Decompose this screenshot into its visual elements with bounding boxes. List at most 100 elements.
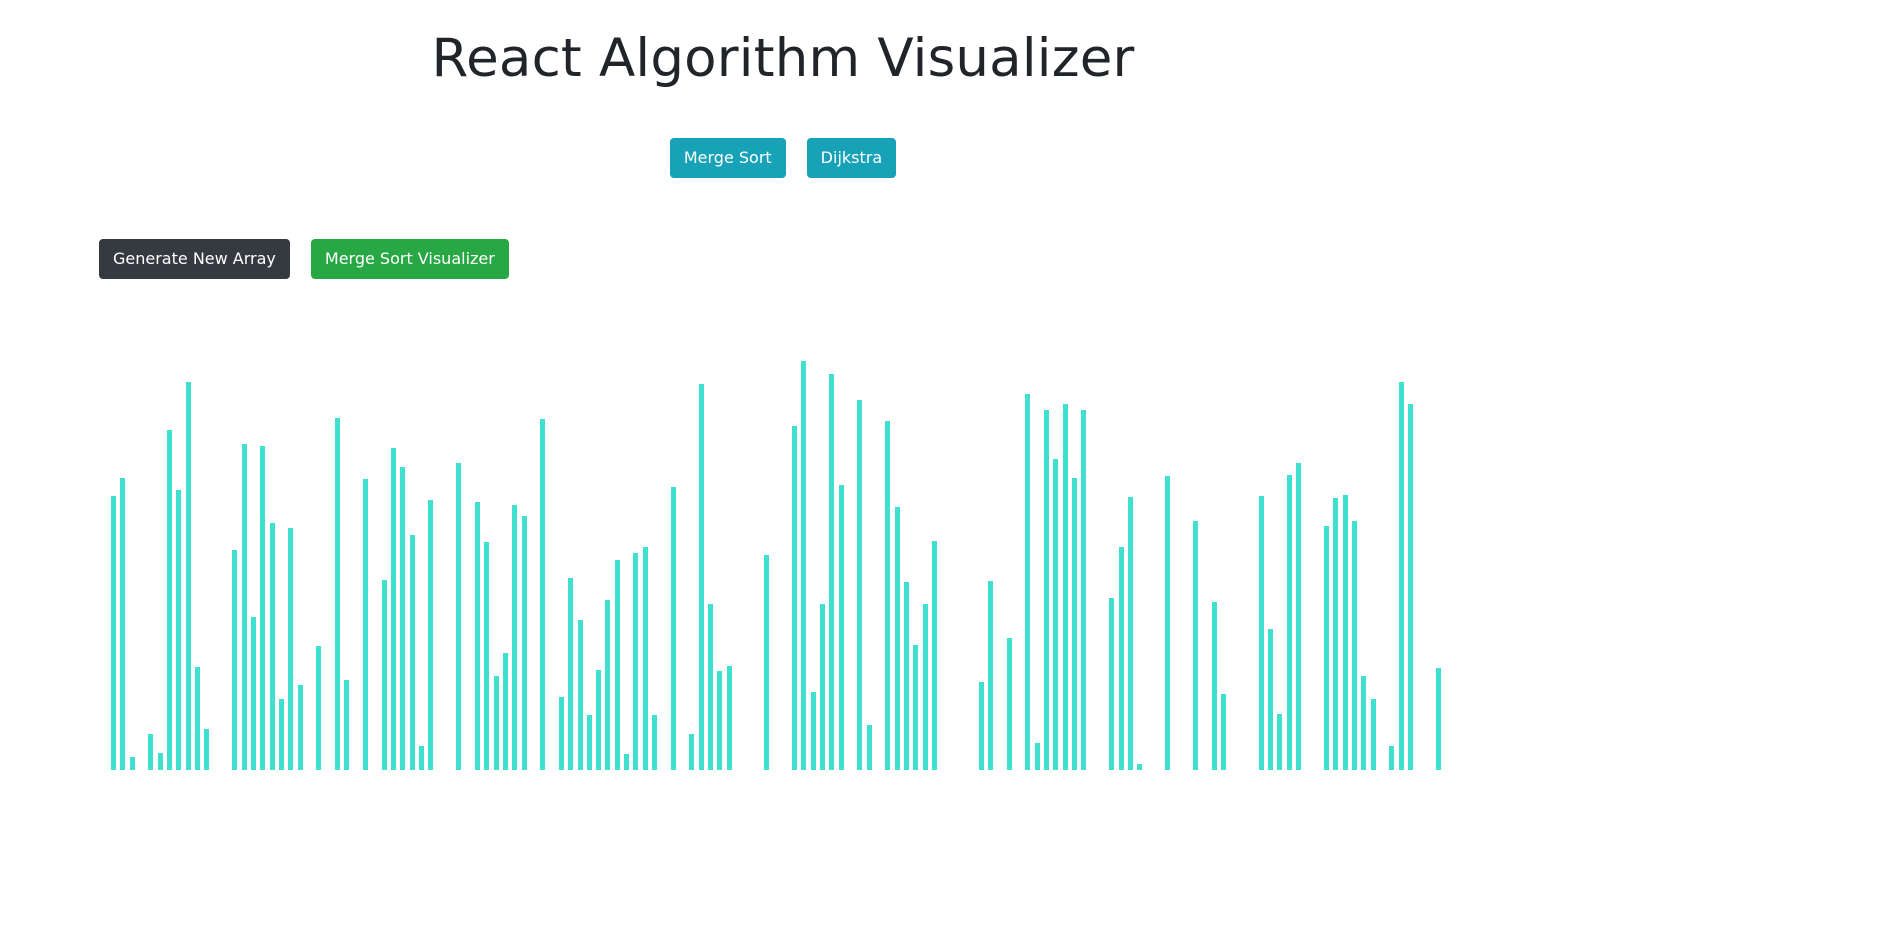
array-bar — [130, 757, 135, 770]
array-bar — [512, 505, 517, 770]
array-bar — [932, 541, 937, 770]
array-bar — [1343, 495, 1348, 770]
array-bar — [1007, 638, 1012, 770]
array-bar — [484, 542, 489, 770]
array-bar — [1193, 521, 1198, 770]
array-bar — [652, 715, 657, 770]
array-bar — [1277, 714, 1282, 770]
array-bar — [895, 507, 900, 770]
array-bar — [1053, 459, 1058, 770]
array-bar — [727, 666, 732, 770]
array-bar — [540, 419, 545, 770]
array-bar — [913, 645, 918, 770]
array-bar — [1035, 743, 1040, 770]
array-bar — [1137, 764, 1142, 770]
page-title: React Algorithm Visualizer — [431, 28, 1135, 89]
array-bar — [1072, 478, 1077, 770]
array-bar — [764, 555, 769, 770]
array-bar — [587, 715, 592, 770]
array-bar — [1221, 694, 1226, 770]
merge-sort-visualizer-button[interactable]: Merge Sort Visualizer — [310, 239, 509, 279]
array-bar — [176, 490, 181, 770]
array-bar — [867, 725, 872, 770]
array-bar — [792, 426, 797, 770]
array-bar — [475, 502, 480, 770]
array-bar — [829, 374, 834, 770]
array-bar — [689, 734, 694, 770]
array-bar — [456, 463, 461, 770]
array-bar — [811, 692, 816, 770]
array-bar — [820, 604, 825, 770]
array-bar — [633, 553, 638, 770]
array-bar — [251, 617, 256, 770]
array-bar — [1165, 476, 1170, 770]
array-bar — [801, 361, 806, 770]
array-bar — [522, 516, 527, 770]
array-bar — [1389, 746, 1394, 770]
array-bar — [1128, 497, 1133, 770]
array-bar — [1081, 410, 1086, 770]
array-bar — [279, 699, 284, 770]
array-bar — [195, 667, 200, 770]
array-bar — [1287, 475, 1292, 770]
generate-new-array-button[interactable]: Generate New Array — [99, 239, 290, 279]
array-bar — [1371, 699, 1376, 770]
array-bar — [1025, 394, 1030, 770]
array-bar — [643, 547, 648, 770]
array-bar — [1063, 404, 1068, 770]
array-bar — [503, 653, 508, 770]
array-bar — [344, 680, 349, 770]
array-bar — [979, 682, 984, 770]
array-bar — [288, 528, 293, 770]
array-bar — [1408, 404, 1413, 770]
array-bar — [699, 384, 704, 770]
array-bar — [857, 400, 862, 770]
array-bar — [158, 753, 163, 770]
array-bar — [1268, 629, 1273, 770]
dijkstra-nav-button[interactable]: Dijkstra — [806, 138, 897, 178]
array-bar — [363, 479, 368, 770]
array-bar — [596, 670, 601, 770]
array-bar — [923, 604, 928, 770]
array-bar — [559, 697, 564, 770]
array-bar — [335, 418, 340, 770]
array-bar — [232, 550, 237, 770]
array-bar — [270, 523, 275, 770]
array-bar — [671, 487, 676, 770]
array-bar — [578, 620, 583, 770]
algorithm-nav: Merge Sort Dijkstra — [0, 138, 1566, 178]
array-bar — [1399, 382, 1404, 770]
array-bar — [1361, 676, 1366, 770]
page: React Algorithm Visualizer Merge Sort Di… — [0, 0, 1890, 928]
array-bar — [120, 478, 125, 770]
array-bar — [717, 671, 722, 770]
array-bar — [1044, 410, 1049, 770]
array-bar — [382, 580, 387, 770]
array-bar — [1324, 526, 1329, 770]
array-bar — [391, 448, 396, 770]
array-bar — [1333, 498, 1338, 770]
array-bar — [167, 430, 172, 770]
array-bar — [111, 496, 116, 770]
array-bar — [186, 382, 191, 770]
array-bar — [1259, 496, 1264, 770]
merge-sort-nav-button[interactable]: Merge Sort — [669, 138, 786, 178]
array-bar — [988, 581, 993, 770]
array-bar — [1436, 668, 1441, 770]
array-bar — [298, 685, 303, 770]
array-bar — [1119, 547, 1124, 770]
array-bar — [1109, 598, 1114, 770]
array-bar — [410, 535, 415, 770]
array-bar — [839, 485, 844, 770]
array-bar — [904, 582, 909, 770]
array-bar — [494, 676, 499, 770]
array-bar — [316, 646, 321, 770]
array-bar — [428, 500, 433, 770]
array-bar — [605, 600, 610, 770]
array-bar — [242, 444, 247, 770]
sorting-controls: Generate New Array Merge Sort Visualizer — [99, 239, 509, 279]
array-bar — [400, 467, 405, 770]
array-bar — [1352, 521, 1357, 770]
array-bar — [419, 746, 424, 770]
array-bar — [204, 729, 209, 770]
